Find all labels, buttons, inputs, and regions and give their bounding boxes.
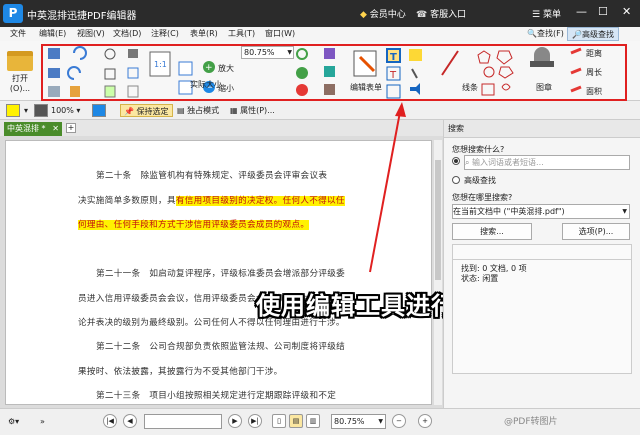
highlighted-text[interactable]: 何理由、任何手段和方式干涉信用评级委员会成员的观点。 [78, 220, 310, 230]
zoom-in-status-button[interactable]: + [418, 414, 432, 428]
status-bar: ⚙▾ » |◀ ◀ ▶ ▶| ▯ ▤ ▥ 80.75% ▼ − + @PDF转图片 [0, 408, 640, 435]
exclusive-mode-button[interactable]: ▤ 独占模式 [177, 104, 219, 117]
stroke-color-swatch[interactable] [92, 104, 106, 117]
fill-color-swatch[interactable] [6, 104, 20, 117]
document-tabs: 中英混排 * ✕ + [0, 120, 443, 136]
first-page-button[interactable]: |◀ [103, 414, 117, 428]
menu-comment[interactable]: 注释(C) [151, 28, 179, 39]
menu-icon: ☰ [532, 10, 541, 20]
maximize-button[interactable]: ☐ [598, 5, 608, 18]
paragraph: 第二十二条 公司合规部负责依照监管法规、公司制度将评级结 果按时、依法披露，其披… [78, 342, 346, 377]
chevron-down-icon[interactable]: ▾ [24, 104, 28, 117]
menu-tools[interactable]: 工具(T) [228, 28, 255, 39]
search-status: 状态: 闲置 [461, 274, 499, 283]
search-scope-select[interactable]: 在当前文档中 ("中英混排.pdf") ▼ [452, 204, 630, 219]
minimize-button[interactable]: — [576, 5, 587, 18]
highlighted-text[interactable]: 有信用项目级别的决定权。任何人不得以任 [175, 195, 345, 206]
app-logo: P [3, 4, 23, 23]
menu-view[interactable]: 视图(V) [77, 28, 105, 39]
properties-button[interactable]: ▦ 属性(P)... [230, 104, 275, 117]
tab-document[interactable]: 中英混排 * ✕ [4, 122, 62, 136]
pattern-icon [34, 104, 48, 117]
zoom-level-select[interactable]: 80.75% ▼ [331, 414, 386, 429]
folder-icon [7, 51, 33, 71]
radio-advanced[interactable] [452, 176, 460, 184]
menu-button[interactable]: ☰ 菜单 [532, 7, 561, 20]
menu-document[interactable]: 文档(D) [113, 28, 141, 39]
menu-edit[interactable]: 编辑(E) [39, 28, 66, 39]
menu-bar: 文件 编辑(E) 视图(V) 文档(D) 注释(C) 表单(R) 工具(T) 窗… [0, 27, 640, 41]
advanced-search-label[interactable]: 高级查找 [464, 175, 496, 186]
advanced-search-icon: 🔎 [572, 30, 582, 39]
headset-icon: ☎ [416, 10, 428, 20]
continuous-page-icon[interactable]: ▤ [289, 414, 303, 428]
annotation-highlight-box [41, 44, 627, 101]
next-page-button[interactable]: ▶ [228, 414, 242, 428]
facing-page-icon[interactable]: ▥ [306, 414, 320, 428]
pin-icon: 📌 [124, 107, 134, 116]
gear-icon[interactable]: ⚙▾ [8, 415, 19, 429]
menu-form[interactable]: 表单(R) [190, 28, 218, 39]
last-page-button[interactable]: ▶| [248, 414, 262, 428]
paragraph: 第二十条 除监管机构有特殊规定、评级委员会评审会议表 决实施简单多数原则，具有信… [78, 171, 345, 230]
single-page-icon[interactable]: ▯ [272, 414, 286, 428]
menu-file[interactable]: 文件 [10, 28, 26, 39]
member-center-button[interactable]: ◆ 会员中心 [360, 7, 406, 20]
open-button[interactable]: 打开(O)... [4, 47, 36, 93]
properties-toolbar: ▾ 100% ▾ 📌 保持选定 ▤ 独占模式 ▦ 属性(P)... [0, 101, 640, 120]
advanced-find-button[interactable]: 🔎高级查找 [567, 27, 619, 41]
chevron-down-icon: ▼ [622, 208, 627, 215]
search-where-label: 您想在哪里搜索? [452, 193, 513, 202]
radio-phrase[interactable] [452, 157, 460, 165]
search-icon: 🔍 [527, 29, 537, 38]
scrollbar-thumb[interactable] [435, 160, 441, 280]
options-button[interactable]: 选项(P)... [562, 223, 630, 240]
new-tab-button[interactable]: + [66, 123, 76, 133]
opacity-select[interactable]: 100% ▾ [51, 104, 80, 117]
printer-icon: ▤ [177, 106, 185, 115]
close-button[interactable]: ✕ [622, 5, 631, 18]
find-button[interactable]: 🔍查找(F) [523, 27, 568, 41]
chevron-double-right-icon[interactable]: » [40, 415, 45, 429]
vertical-scrollbar[interactable] [434, 140, 442, 405]
close-icon[interactable]: ✕ [52, 122, 59, 135]
prev-page-button[interactable]: ◀ [123, 414, 137, 428]
keep-selected-button[interactable]: 📌 保持选定 [120, 104, 173, 117]
zoom-out-status-button[interactable]: − [392, 414, 406, 428]
search-panel: 搜索 您想搜索什么? ⌕ 输入词语或者短语... 高级查找 您想在哪里搜索? 在… [443, 120, 640, 408]
watermark: @PDF转图片 [504, 417, 558, 427]
properties-icon: ▦ [230, 106, 238, 115]
diamond-icon: ◆ [360, 10, 367, 20]
menu-window[interactable]: 窗口(W) [265, 28, 295, 39]
paragraph: 第二十三条 项目小组按照相关规定进行定期跟踪评级和不定 [96, 391, 337, 401]
search-what-label: 您想搜索什么? [452, 145, 505, 154]
search-button[interactable]: 搜索... [452, 223, 532, 240]
search-icon: ⌕ [465, 158, 470, 167]
search-panel-title: 搜索 [444, 120, 640, 138]
title-bar: P 中英混排迅捷PDF编辑器 ◆ 会员中心 ☎ 客服入口 ☰ 菜单 — ☐ ✕ [0, 0, 640, 27]
search-results: 找到: 0 文档, 0 项 状态: 闲置 [452, 244, 632, 374]
customer-service-button[interactable]: ☎ 客服入口 [416, 7, 466, 20]
search-input[interactable]: ⌕ 输入词语或者短语... [464, 155, 630, 170]
pdf-page[interactable]: 第二十条 除监管机构有特殊规定、评级委员会评审会议表 决实施简单多数原则，具有信… [5, 140, 432, 405]
app-title: 中英混排迅捷PDF编辑器 [27, 11, 137, 22]
page-number-input[interactable] [144, 414, 222, 429]
